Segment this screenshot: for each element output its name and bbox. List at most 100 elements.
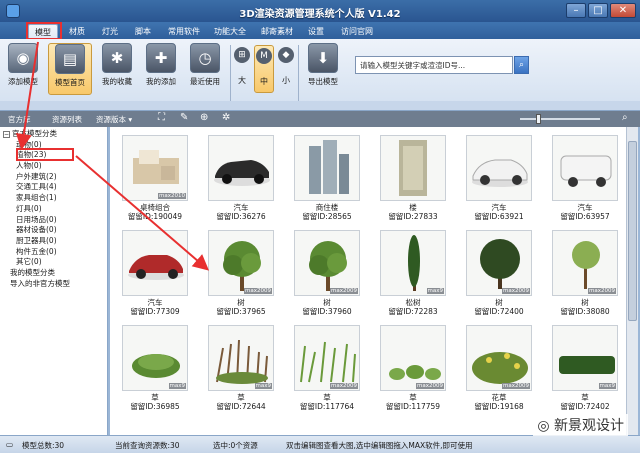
official-lib-tab[interactable]: 官方库 [8, 114, 31, 125]
annotation-box-plants [16, 148, 74, 161]
model-home-button[interactable]: ▤ 模型首页 [48, 43, 92, 95]
asset-card[interactable]: max2010 桌椅组合 留留ID:190049 [112, 131, 198, 226]
thumbnail-size-slider[interactable] [520, 114, 600, 124]
asset-name: 树 [581, 298, 589, 307]
asset-name: 草 [151, 393, 159, 402]
asset-card[interactable]: 汽车 留留ID:36276 [198, 131, 284, 226]
asset-thumbnail[interactable]: max2009 [294, 230, 360, 296]
add-model-button[interactable]: ◉ 添加模型 [2, 43, 44, 95]
asset-card[interactable]: max2009 树留留ID:72400 [456, 226, 542, 321]
status-hint: 双击编辑图查看大图,选中编辑图拖入MAX软件,即可使用 [286, 441, 473, 450]
asset-card[interactable]: 楼留留ID:27833 [370, 131, 456, 226]
tree-item[interactable]: 器材设备(0) [0, 225, 107, 236]
tab-mail-assets[interactable]: 邮寄素材 [255, 24, 299, 39]
asset-thumbnail[interactable] [208, 135, 274, 201]
asset-thumbnail[interactable]: max2009 [208, 230, 274, 296]
tree-item[interactable]: 构件五金(0) [0, 247, 107, 258]
asset-thumbnail[interactable] [466, 135, 532, 201]
tab-features[interactable]: 功能大全 [208, 24, 252, 39]
export-model-button[interactable]: ⬇ 导出模型 [302, 43, 344, 95]
asset-card[interactable]: 商住楼 留留ID:28565 [284, 131, 370, 226]
asset-id: 留留ID:63957 [560, 212, 610, 221]
asset-card[interactable]: 汽车 留留ID:63957 [542, 131, 626, 226]
asset-thumbnail[interactable]: max2010 [122, 135, 188, 201]
grass2-icon [300, 341, 356, 383]
fit-icon[interactable]: ⛶ [158, 112, 165, 123]
tab-visit-site[interactable]: 访问官网 [335, 24, 379, 39]
asset-thumbnail[interactable]: max9 [122, 325, 188, 391]
windows-icon: ⊞ [234, 47, 250, 63]
tree-item[interactable]: 灯具(0) [0, 204, 107, 215]
asset-id: 留留ID:37965 [216, 307, 266, 316]
search-input[interactable]: 请输入模型关键字或渲渲ID号... [355, 56, 513, 74]
menu-bar: 模型 材质 灯光 脚本 常用软件 功能大全 邮寄素材 设置 访问官网 [0, 22, 640, 39]
size-small-button[interactable]: ◆ 小 [276, 45, 296, 93]
minimize-button[interactable]: – [566, 3, 586, 18]
asset-thumbnail[interactable]: max2009 [466, 325, 532, 391]
asset-card[interactable]: max9 草留留ID:72644 [198, 321, 284, 416]
version-badge: max9 [254, 383, 272, 389]
asset-card[interactable]: 汽车 留留ID:63921 [456, 131, 542, 226]
asset-card[interactable]: max2009 草留留ID:117759 [370, 321, 456, 416]
asset-card[interactable]: max2009 草留留ID:117764 [284, 321, 370, 416]
tree-item[interactable]: 人物(0) [0, 161, 107, 172]
resource-version-dropdown[interactable]: 资源版本 ▾ [96, 114, 132, 125]
tab-settings[interactable]: 设置 [302, 24, 330, 39]
tab-script[interactable]: 脚本 [129, 24, 157, 39]
asset-caption: 树留留ID:38080 [542, 298, 626, 316]
slider-thumb[interactable] [536, 114, 541, 124]
tree-item[interactable]: 交通工具(4) [0, 182, 107, 193]
asset-card[interactable]: max2009 树留留ID:38080 [542, 226, 626, 321]
gear-icon[interactable]: ✲ [222, 112, 230, 123]
asset-card[interactable]: max2009 树留留ID:37965 [198, 226, 284, 321]
tree-imported[interactable]: 导入的非官方模型 [0, 279, 107, 290]
asset-thumbnail[interactable]: max2009 [466, 230, 532, 296]
asset-thumbnail[interactable] [122, 230, 188, 296]
asset-thumbnail[interactable] [294, 135, 360, 201]
my-added-button[interactable]: ✚ 我的添加 [140, 43, 182, 95]
tab-light[interactable]: 灯光 [96, 24, 124, 39]
asset-card[interactable]: max2009 花草 留留ID:19168 [456, 321, 542, 416]
tree-item[interactable]: 户外建筑(2) [0, 172, 107, 183]
zoom-search-icon[interactable]: ⌕ [622, 112, 628, 123]
asset-card[interactable]: max9 草留留ID:36985 [112, 321, 198, 416]
asset-thumbnail[interactable] [552, 135, 618, 201]
asset-card[interactable]: max9 草留留ID:72402 [542, 321, 626, 416]
recent-used-button[interactable]: ◷ 最近使用 [184, 43, 226, 95]
pen-icon[interactable]: ✎ [180, 112, 188, 123]
my-favorites-button[interactable]: ✱ 我的收藏 [96, 43, 138, 95]
asset-thumbnail[interactable]: max9 [552, 325, 618, 391]
asset-card[interactable]: 汽车 留留ID:77309 [112, 226, 198, 321]
grid-scrollbar[interactable] [626, 127, 638, 435]
asset-thumbnail[interactable]: max2009 [380, 325, 446, 391]
resource-list-tab[interactable]: 资源列表 [52, 114, 82, 125]
ribbon-separator [298, 45, 299, 105]
asset-thumbnail[interactable]: max2009 [294, 325, 360, 391]
search-button[interactable]: ⌕ [514, 56, 529, 74]
asset-thumbnail[interactable]: max9 [208, 325, 274, 391]
tree-my-categories[interactable]: 我的模型分类 [0, 268, 107, 279]
tree-item[interactable]: 其它(0) [0, 257, 107, 268]
asset-thumbnail[interactable] [380, 135, 446, 201]
tree-item[interactable]: 厨卫器具(0) [0, 236, 107, 247]
collapse-icon[interactable]: − [3, 130, 10, 138]
size-medium-button[interactable]: M 中 [254, 45, 274, 93]
size-large-button[interactable]: ⊞ 大 [232, 45, 252, 93]
tab-material[interactable]: 材质 [63, 24, 91, 39]
close-button[interactable]: ✕ [610, 3, 636, 18]
asset-card[interactable]: max2009 树留留ID:37960 [284, 226, 370, 321]
home-icon: ▤ [55, 44, 85, 74]
maximize-button[interactable]: □ [588, 3, 608, 18]
asset-card[interactable]: max9 松树 留留ID:72283 [370, 226, 456, 321]
asset-thumbnail[interactable]: max9 [380, 230, 446, 296]
tree-root[interactable]: − 官方模型分类 [0, 129, 107, 140]
tree-item[interactable]: 日用场品(0) [0, 215, 107, 226]
version-badge: max9 [168, 383, 186, 389]
asset-name: 楼 [409, 203, 417, 212]
tree-item[interactable]: 家具组合(1) [0, 193, 107, 204]
tab-common-software[interactable]: 常用软件 [162, 24, 206, 39]
asset-thumbnail[interactable]: max2009 [552, 230, 618, 296]
scrollbar-thumb[interactable] [628, 141, 637, 321]
zoom-icon[interactable]: ⊕ [200, 112, 208, 123]
asset-name: 汽车 [147, 298, 163, 307]
